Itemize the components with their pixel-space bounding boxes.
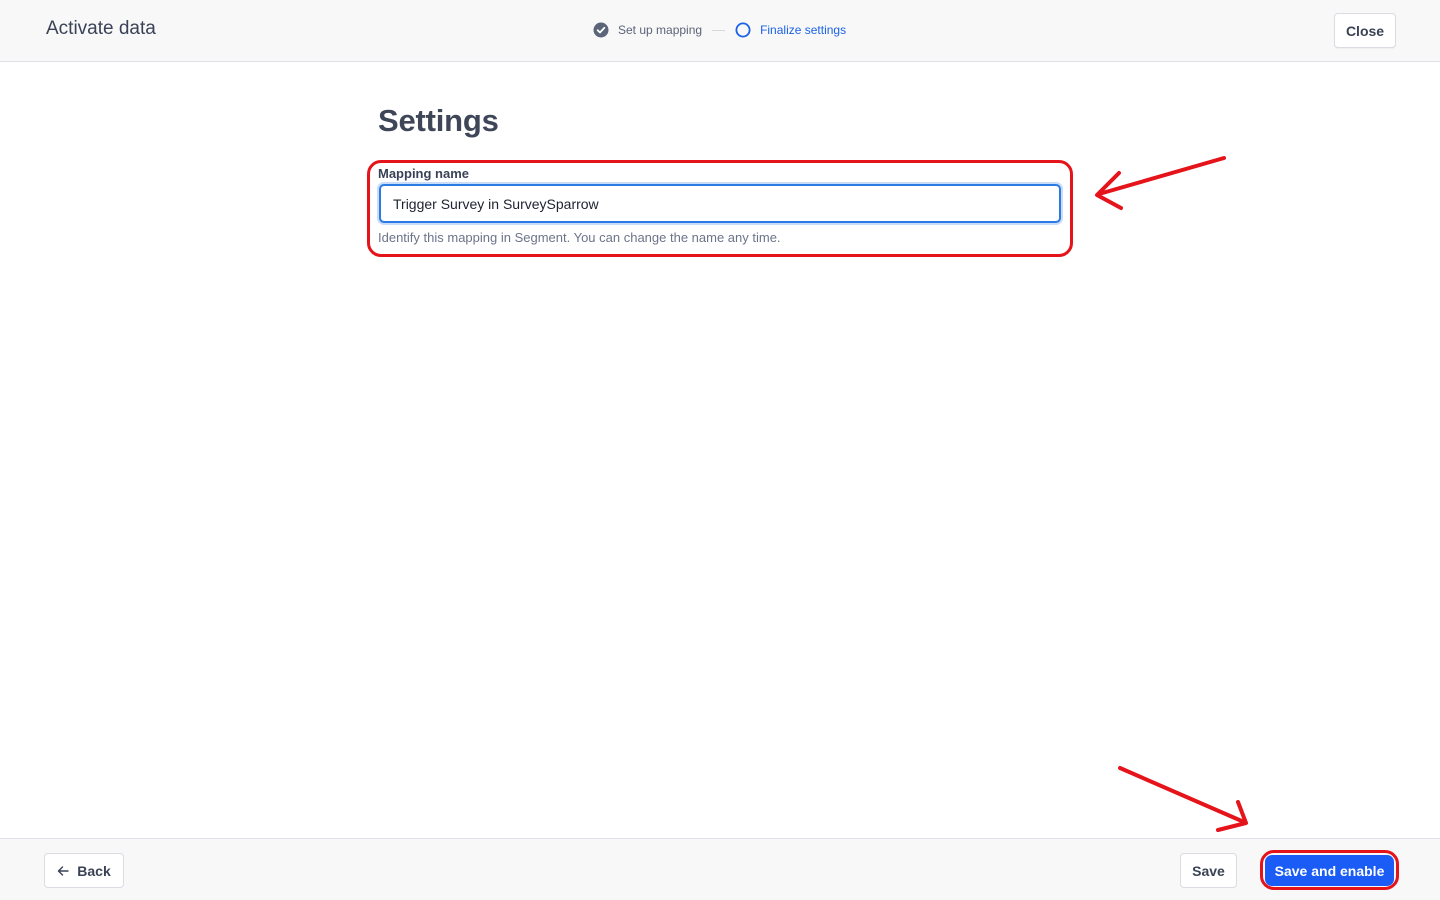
step-set-up-mapping[interactable]: Set up mapping: [593, 22, 702, 38]
top-bar: Activate data Set up mapping Finalize se…: [0, 0, 1440, 62]
mapping-name-helper-text: Identify this mapping in Segment. You ca…: [378, 230, 781, 245]
back-button[interactable]: Back: [44, 853, 124, 888]
arrow-left-icon: [58, 865, 69, 876]
annotation-arrow-icon: [1095, 156, 1226, 210]
progress-stepper: Set up mapping Finalize settings: [593, 22, 846, 38]
back-button-label: Back: [77, 862, 111, 879]
page-header-title: Activate data: [46, 18, 156, 39]
check-circle-icon: [593, 22, 609, 38]
mapping-name-input[interactable]: [379, 184, 1061, 223]
step-connector: [712, 29, 726, 31]
save-and-enable-button[interactable]: Save and enable: [1265, 855, 1394, 886]
close-button[interactable]: Close: [1334, 13, 1396, 48]
mapping-name-label: Mapping name: [378, 166, 470, 181]
step-label: Finalize settings: [760, 23, 847, 37]
save-button[interactable]: Save: [1180, 853, 1237, 888]
step-label: Set up mapping: [618, 23, 703, 37]
page-title: Settings: [378, 103, 499, 138]
step-finalize-settings[interactable]: Finalize settings: [735, 22, 846, 38]
circle-outline-icon: [735, 22, 751, 38]
annotation-arrow-icon: [1118, 766, 1248, 832]
bottom-bar: Back Save Save and enable: [0, 838, 1440, 900]
